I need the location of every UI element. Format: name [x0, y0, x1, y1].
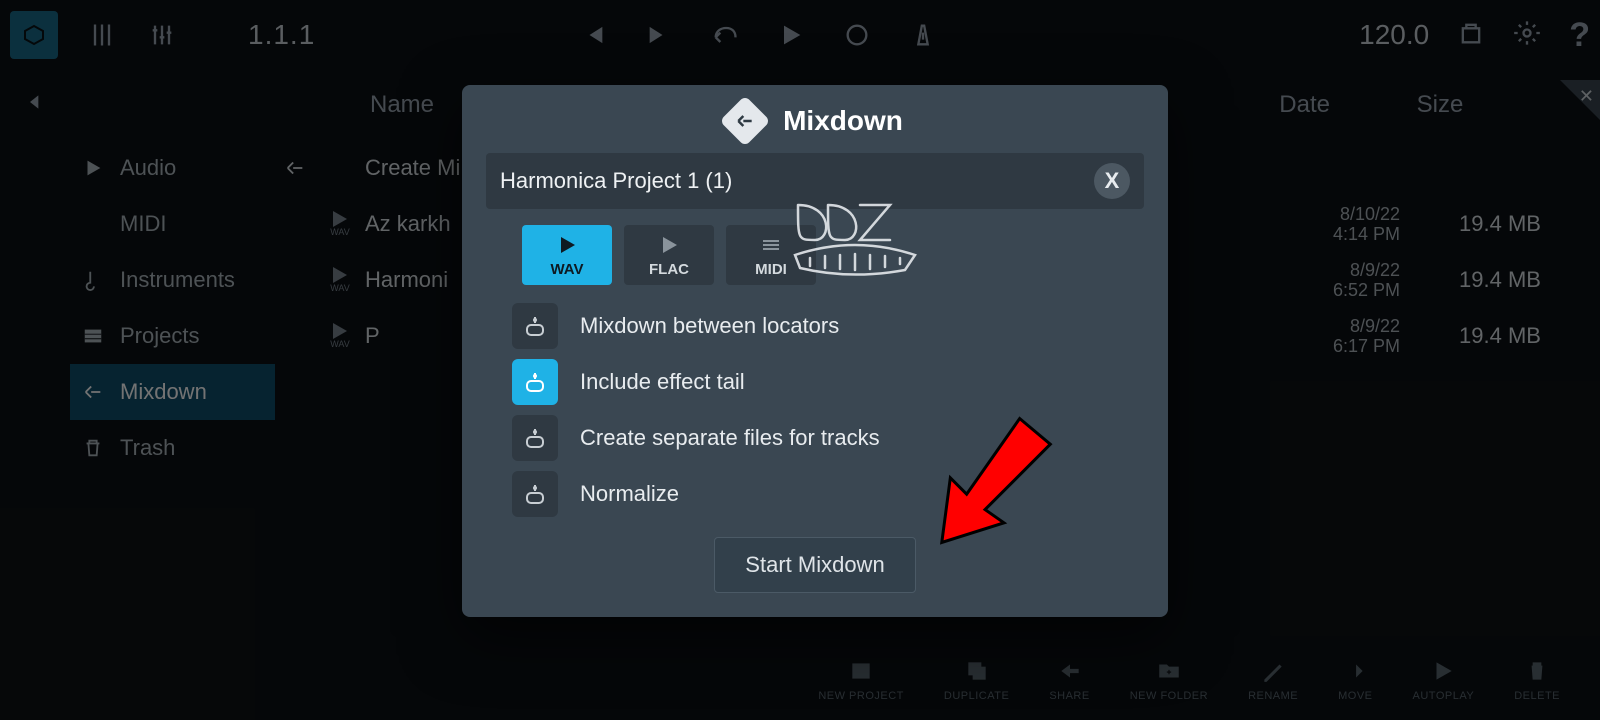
option-label: Normalize — [580, 481, 679, 507]
format-selector: WAV FLAC MIDI — [486, 225, 1144, 285]
format-midi-button[interactable]: MIDI — [726, 225, 816, 285]
toggle-separate-files[interactable] — [512, 415, 558, 461]
format-label: WAV — [550, 261, 583, 278]
format-label: MIDI — [755, 261, 787, 278]
option-label: Mixdown between locators — [580, 313, 839, 339]
mixdown-icon — [720, 96, 771, 147]
toggle-between-locators[interactable] — [512, 303, 558, 349]
format-label: FLAC — [649, 261, 689, 278]
format-wav-button[interactable]: WAV — [522, 225, 612, 285]
start-mixdown-button[interactable]: Start Mixdown — [714, 537, 915, 593]
option-label: Create separate files for tracks — [580, 425, 880, 451]
clear-name-button[interactable]: X — [1094, 163, 1130, 199]
format-flac-button[interactable]: FLAC — [624, 225, 714, 285]
toggle-effect-tail[interactable] — [512, 359, 558, 405]
dialog-title: Mixdown — [783, 105, 903, 137]
option-label: Include effect tail — [580, 369, 745, 395]
toggle-normalize[interactable] — [512, 471, 558, 517]
filename-input[interactable]: Harmonica Project 1 (1) — [500, 168, 1094, 194]
mixdown-dialog: Mixdown Harmonica Project 1 (1) X WAV FL… — [462, 85, 1168, 617]
